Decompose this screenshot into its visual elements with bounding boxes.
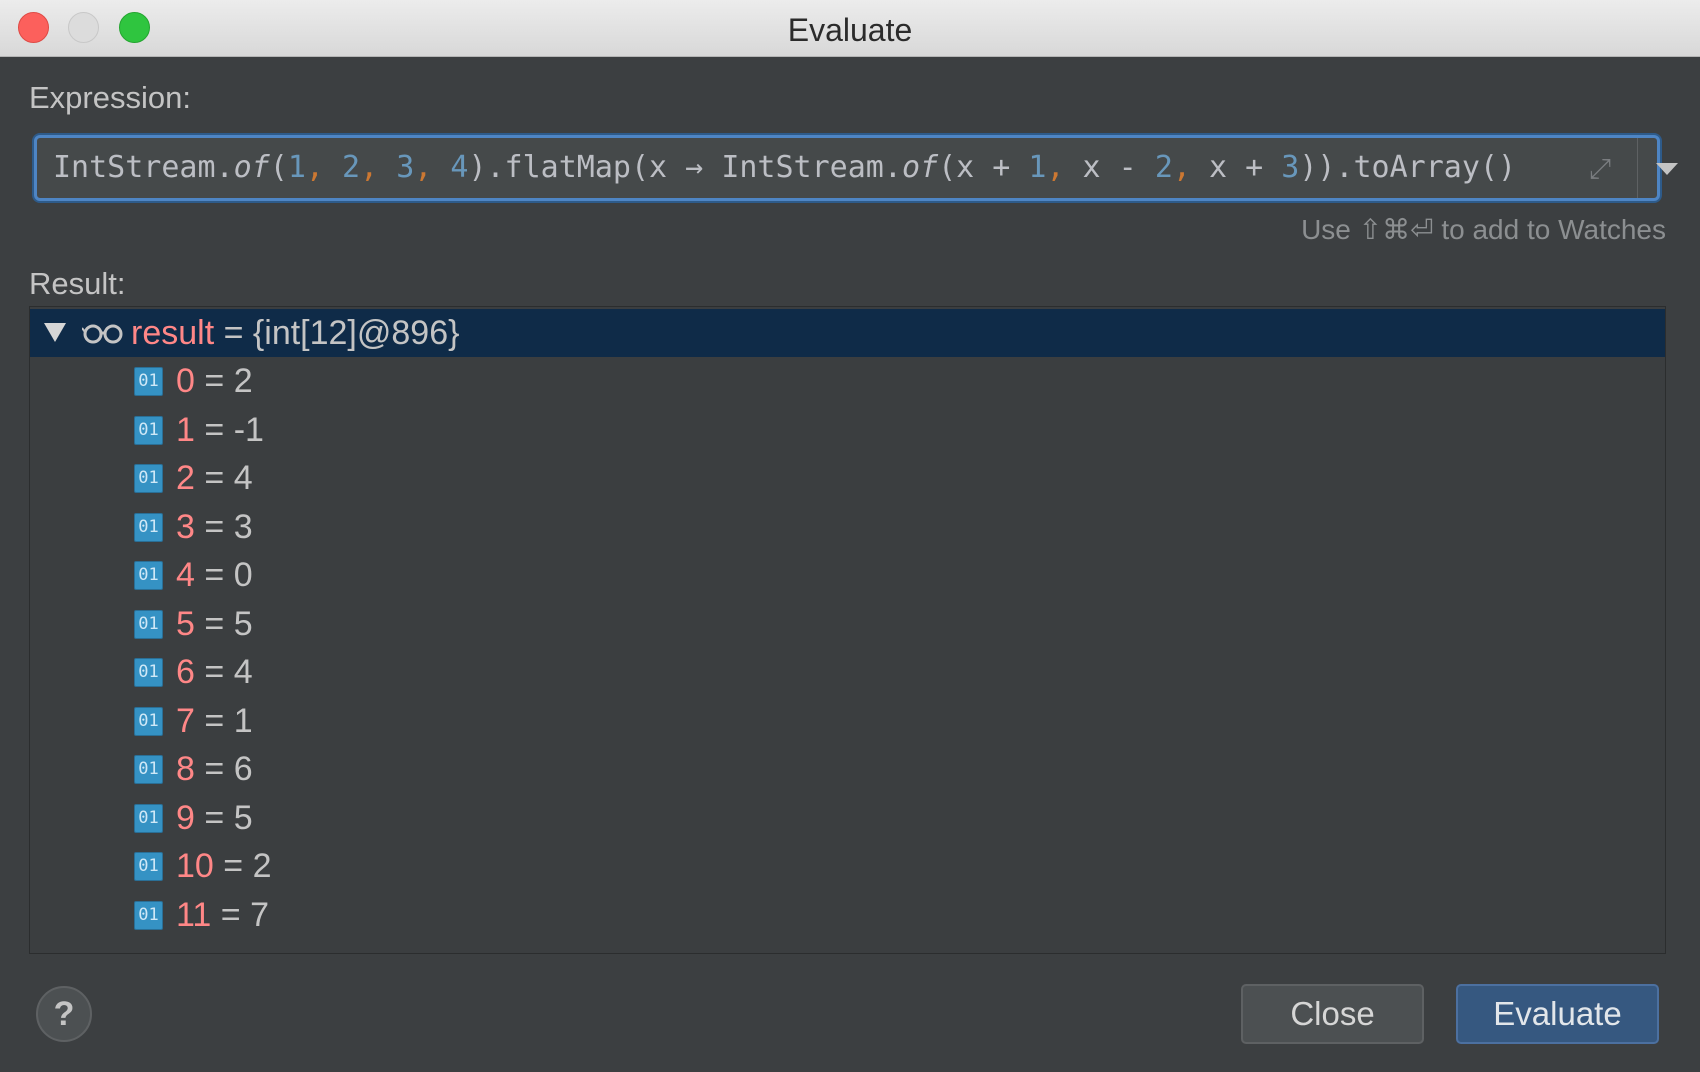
expression-label: Expression: bbox=[29, 80, 191, 115]
triangle-down-icon[interactable] bbox=[44, 323, 66, 342]
expand-icon[interactable]: ⤢ bbox=[1583, 152, 1617, 186]
evaluate-dialog: Evaluate Expression: IntStream.of(1, 2, … bbox=[0, 0, 1700, 1072]
result-item-row[interactable]: 01 4 = 0 bbox=[30, 551, 1665, 599]
result-item-text: 3 = 3 bbox=[176, 503, 253, 551]
int-value-icon: 01 bbox=[134, 561, 163, 590]
result-item-index: 11 bbox=[176, 895, 212, 934]
int-value-icon: 01 bbox=[134, 464, 163, 493]
result-item-value: 3 bbox=[233, 507, 253, 546]
result-item-index: 5 bbox=[176, 604, 195, 643]
int-value-icon: 01 bbox=[134, 706, 163, 736]
result-item-text: 2 = 4 bbox=[176, 454, 253, 502]
help-button[interactable]: ? bbox=[36, 986, 92, 1042]
result-item-equals: = bbox=[204, 362, 225, 400]
result-item-index: 3 bbox=[176, 507, 195, 546]
result-item-value: 4 bbox=[233, 653, 253, 691]
result-item-value: 0 bbox=[233, 556, 253, 594]
int-value-icon: 01 bbox=[134, 609, 163, 639]
result-item-equals: = bbox=[204, 410, 225, 449]
result-item-index: 10 bbox=[176, 847, 214, 885]
result-item-text: 7 = 1 bbox=[176, 697, 253, 745]
result-item-equals: = bbox=[204, 507, 225, 546]
result-item-value: 6 bbox=[233, 750, 253, 788]
int-value-icon: 01 bbox=[134, 900, 163, 930]
result-item-value: 5 bbox=[233, 798, 253, 837]
int-value-icon: 01 bbox=[134, 852, 163, 881]
result-item-row[interactable]: 01 2 = 4 bbox=[30, 454, 1665, 502]
result-item-index: 1 bbox=[176, 410, 195, 449]
result-item-row[interactable]: 01 9 = 5 bbox=[30, 794, 1665, 842]
chevron-down-icon bbox=[1656, 163, 1678, 175]
expression-text[interactable]: IntStream.of(1, 2, 3, 4).flatMap(x → Int… bbox=[53, 150, 1516, 185]
result-item-text: 1 = -1 bbox=[176, 406, 264, 454]
result-value: {int[12]@896} bbox=[252, 314, 460, 352]
result-name: result bbox=[131, 314, 215, 352]
history-dropdown-button[interactable] bbox=[1638, 138, 1693, 198]
result-item-equals: = bbox=[204, 701, 225, 740]
result-item-text: 9 = 5 bbox=[176, 794, 253, 842]
int-value-icon: 01 bbox=[134, 415, 163, 445]
watches-hint: Use ⇧⌘⏎ to add to Watches bbox=[1301, 214, 1666, 245]
close-button[interactable]: Close bbox=[1241, 984, 1424, 1044]
result-item-equals: = bbox=[204, 750, 225, 788]
result-item-value: 5 bbox=[233, 604, 253, 643]
int-value-icon: 01 bbox=[134, 512, 163, 542]
result-root-row[interactable]: result = {int[12]@896} bbox=[30, 309, 1665, 357]
title-bar: Evaluate bbox=[0, 0, 1700, 57]
result-item-index: 9 bbox=[176, 798, 195, 837]
int-value-icon: 01 bbox=[134, 367, 163, 396]
result-item-equals: = bbox=[204, 798, 225, 837]
result-item-text: 8 = 6 bbox=[176, 745, 253, 793]
result-item-text: 0 = 2 bbox=[176, 357, 253, 405]
result-item-value: 2 bbox=[252, 847, 272, 885]
result-item-equals: = bbox=[223, 847, 244, 885]
result-item-row[interactable]: 01 10 = 2 bbox=[30, 842, 1665, 890]
result-item-index: 0 bbox=[176, 362, 195, 400]
window-title: Evaluate bbox=[787, 12, 913, 48]
result-item-value: 4 bbox=[233, 459, 253, 497]
evaluate-button[interactable]: Evaluate bbox=[1456, 984, 1659, 1044]
result-item-index: 6 bbox=[176, 653, 195, 691]
result-item-text: 11 = 7 bbox=[176, 891, 269, 939]
result-item-equals: = bbox=[204, 604, 225, 643]
result-item-text: 6 = 4 bbox=[176, 648, 253, 696]
result-item-row[interactable]: 01 5 = 5 bbox=[30, 600, 1665, 648]
result-item-index: 8 bbox=[176, 750, 195, 788]
result-item-equals: = bbox=[204, 459, 225, 497]
result-item-value: 7 bbox=[250, 895, 269, 934]
result-item-row[interactable]: 01 8 = 6 bbox=[30, 745, 1665, 793]
result-tree[interactable]: result = {int[12]@896} 01 0 = 2 01 1 = -1 01… bbox=[29, 306, 1666, 954]
result-item-row[interactable]: 01 11 = 7 bbox=[30, 891, 1665, 939]
int-value-icon: 01 bbox=[134, 658, 163, 687]
result-item-text: 4 = 0 bbox=[176, 551, 253, 599]
expression-input[interactable]: IntStream.of(1, 2, 3, 4).flatMap(x → Int… bbox=[34, 135, 1678, 201]
result-item-row[interactable]: 01 7 = 1 bbox=[30, 697, 1665, 745]
result-item-index: 2 bbox=[176, 459, 195, 497]
result-item-equals: = bbox=[204, 653, 225, 691]
result-item-value: -1 bbox=[233, 410, 264, 449]
result-item-value: 1 bbox=[233, 701, 253, 740]
result-item-equals: = bbox=[204, 556, 225, 594]
result-item-equals: = bbox=[220, 895, 241, 934]
result-root-text: result = {int[12]@896} bbox=[131, 309, 459, 357]
result-label: Result: bbox=[29, 266, 126, 301]
result-item-row[interactable]: 01 1 = -1 bbox=[30, 406, 1665, 454]
result-item-text: 5 = 5 bbox=[176, 600, 253, 648]
result-item-row[interactable]: 01 6 = 4 bbox=[30, 648, 1665, 696]
result-item-row[interactable]: 01 3 = 3 bbox=[30, 503, 1665, 551]
watch-glasses-icon bbox=[81, 309, 126, 357]
result-item-value: 2 bbox=[233, 362, 253, 400]
int-value-icon: 01 bbox=[134, 755, 163, 784]
int-value-icon: 01 bbox=[134, 803, 163, 833]
result-item-row[interactable]: 01 0 = 2 bbox=[30, 357, 1665, 405]
result-item-text: 10 = 2 bbox=[176, 842, 272, 890]
result-equals: = bbox=[223, 314, 244, 352]
result-item-index: 7 bbox=[176, 701, 195, 740]
result-item-index: 4 bbox=[176, 556, 195, 594]
